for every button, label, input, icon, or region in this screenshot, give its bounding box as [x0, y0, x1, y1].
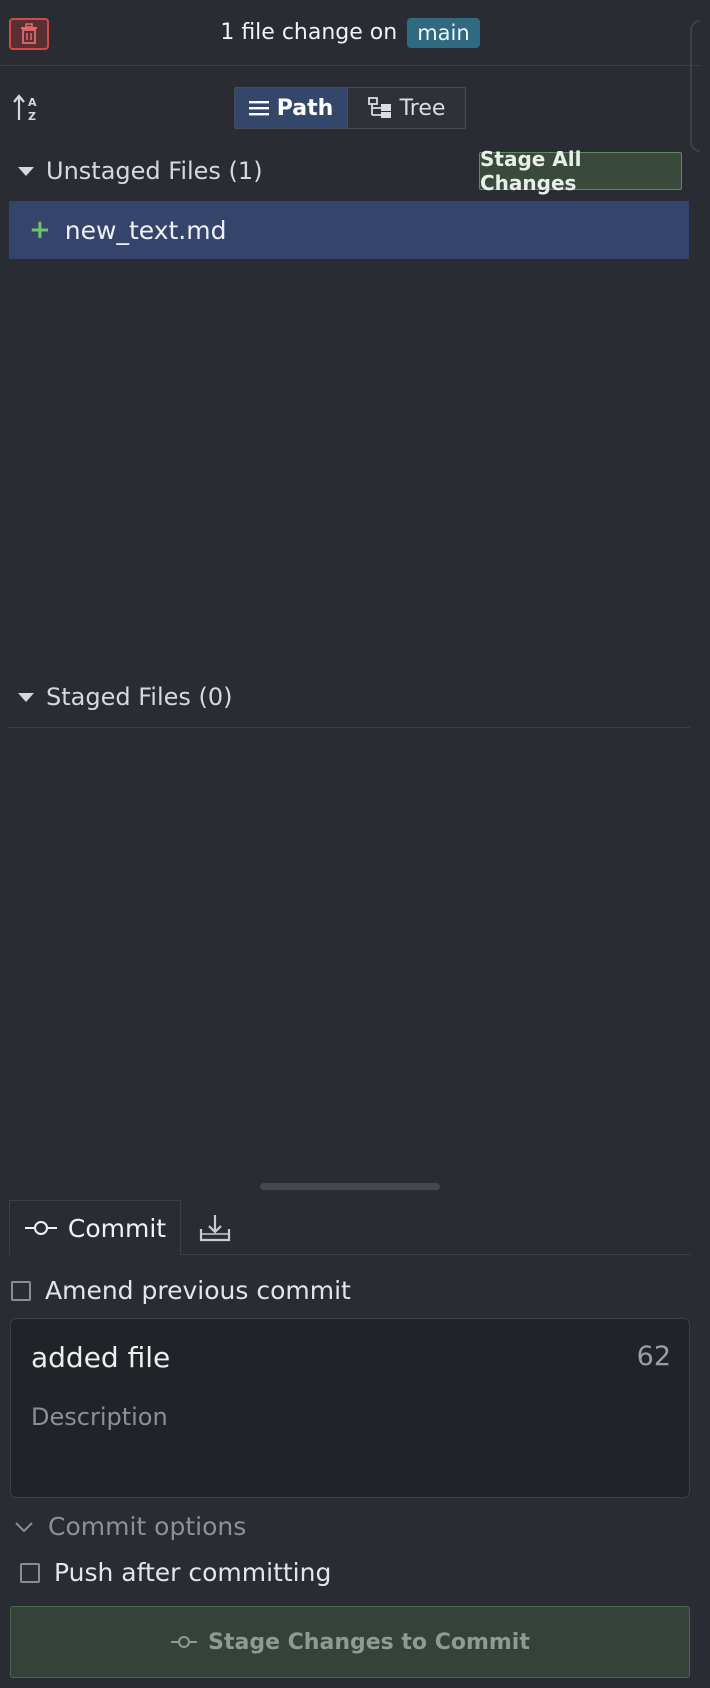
git-changes-panel: 1 file change on main A Z Path Tree Unst…: [0, 0, 710, 1688]
list-icon: [248, 101, 269, 116]
commit-summary-field[interactable]: added file: [31, 1341, 170, 1374]
submit-label: Stage Changes to Commit: [208, 1629, 530, 1655]
tab-commit-label: Commit: [67, 1213, 167, 1243]
header-title: 1 file change on main: [220, 17, 480, 48]
push-label: Push after committing: [54, 1558, 332, 1587]
staged-heading: Staged Files (0): [46, 683, 233, 711]
chevron-down-icon: [15, 1521, 33, 1532]
list-item[interactable]: + new_text.md: [9, 201, 689, 259]
amend-checkbox[interactable]: [11, 1280, 31, 1301]
commit-description-field[interactable]: Description: [31, 1403, 168, 1431]
push-checkbox-row[interactable]: Push after committing: [20, 1558, 331, 1587]
svg-text:A: A: [28, 96, 37, 109]
panel-header: 1 file change on main: [0, 0, 700, 152]
push-checkbox[interactable]: [20, 1562, 40, 1583]
caret-down-icon: [18, 166, 34, 176]
tab-commit[interactable]: Commit: [9, 1200, 181, 1255]
tree-icon: [367, 97, 391, 118]
amend-checkbox-row[interactable]: Amend previous commit: [11, 1276, 351, 1305]
change-summary: 1 file change on: [220, 20, 398, 45]
file-name: new_text.md: [64, 215, 227, 245]
caret-down-icon: [18, 692, 34, 702]
commit-options-toggle[interactable]: Commit options: [14, 1512, 246, 1541]
staged-section-toggle[interactable]: Staged Files (0): [18, 683, 233, 711]
panel-resize-handle[interactable]: [260, 1183, 440, 1190]
discard-all-button[interactable]: [9, 18, 49, 50]
stage-changes-to-commit-button[interactable]: Stage Changes to Commit: [10, 1606, 690, 1678]
trash-icon: [21, 23, 37, 44]
added-status-icon: +: [29, 215, 51, 245]
amend-label: Amend previous commit: [45, 1276, 351, 1305]
panel-edge: [690, 20, 700, 152]
stage-all-button[interactable]: Stage All Changes: [479, 147, 682, 195]
sort-az-icon[interactable]: A Z: [13, 93, 41, 123]
summary-char-count: 62: [636, 1341, 671, 1372]
path-view-button[interactable]: Path: [235, 88, 349, 128]
unstaged-heading: Unstaged Files (1): [46, 157, 263, 185]
unstaged-section-toggle[interactable]: Unstaged Files (1): [18, 157, 263, 185]
commit-message-box[interactable]: added file 62 Description: [10, 1318, 690, 1498]
commit-icon: [24, 1221, 57, 1235]
view-mode-toggle: Path Tree: [234, 87, 466, 129]
svg-text:Z: Z: [28, 110, 36, 123]
commit-options-label: Commit options: [48, 1512, 247, 1541]
branch-badge[interactable]: main: [407, 17, 480, 48]
stash-icon[interactable]: [198, 1213, 232, 1243]
path-view-label: Path: [276, 95, 334, 121]
divider: [9, 727, 690, 728]
commit-icon: [171, 1636, 198, 1648]
tree-view-label: Tree: [399, 95, 446, 121]
tree-view-button[interactable]: Tree: [348, 88, 465, 128]
